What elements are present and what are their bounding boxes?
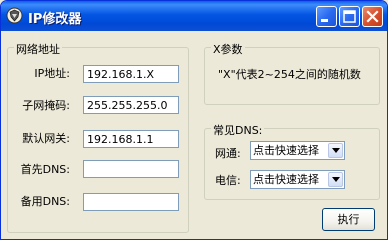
ip-address-label: IP地址: [34, 67, 70, 80]
unicom-label: 网通: [215, 147, 241, 160]
maximize-icon [343, 10, 356, 23]
x-parameter-group-title: X参数 [211, 41, 245, 57]
telecom-dns-dropdown-button[interactable] [328, 172, 343, 187]
telecom-dns-select[interactable]: 点击快速选择 [250, 170, 345, 189]
common-dns-group-title: 常见DNS: [211, 122, 265, 138]
unicom-dns-selected: 点击快速选择 [253, 144, 319, 157]
subnet-mask-label: 子网掩码: [22, 99, 70, 112]
ip-modifier-window: IP修改器 网络地址 IP地址: 子网掩码: 默认网关: [0, 0, 388, 240]
app-shield-icon [6, 7, 23, 24]
chevron-down-icon [332, 148, 340, 153]
client-area: 网络地址 IP地址: 子网掩码: 默认网关: 首先DNS: 备用DNS: X参数… [4, 31, 384, 237]
window-title: IP修改器 [28, 12, 82, 27]
primary-dns-label: 首先DNS: [20, 163, 70, 176]
ip-address-input[interactable] [83, 65, 179, 83]
minimize-button[interactable] [316, 6, 337, 27]
default-gateway-label: 默认网关: [22, 132, 70, 145]
execute-button[interactable]: 执行 [322, 208, 375, 231]
maximize-button[interactable] [339, 6, 360, 27]
x-parameter-group: X参数 "X"代表2~254之间的随机数 [204, 41, 380, 105]
x-parameter-note: "X"代表2~254之间的随机数 [218, 68, 361, 81]
network-address-group: 网络地址 IP地址: 子网掩码: 默认网关: 首先DNS: 备用DNS: [7, 41, 189, 233]
default-gateway-input[interactable] [83, 130, 179, 148]
close-button[interactable] [362, 6, 383, 27]
network-address-group-title: 网络地址 [14, 41, 62, 57]
common-dns-group: 常见DNS: 网通: 点击快速选择 电信: 点击快速选择 [204, 122, 380, 200]
chevron-down-icon [332, 177, 340, 182]
secondary-dns-label: 备用DNS: [20, 195, 70, 208]
telecom-dns-selected: 点击快速选择 [253, 173, 319, 186]
telecom-label: 电信: [215, 174, 241, 187]
secondary-dns-input[interactable] [83, 193, 179, 211]
unicom-dns-select[interactable]: 点击快速选择 [250, 141, 345, 160]
subnet-mask-input[interactable] [83, 96, 179, 114]
minimize-icon [321, 19, 328, 22]
unicom-dns-dropdown-button[interactable] [328, 143, 343, 158]
title-bar[interactable]: IP修改器 [1, 1, 387, 31]
primary-dns-input[interactable] [83, 160, 179, 178]
close-icon [366, 10, 379, 23]
